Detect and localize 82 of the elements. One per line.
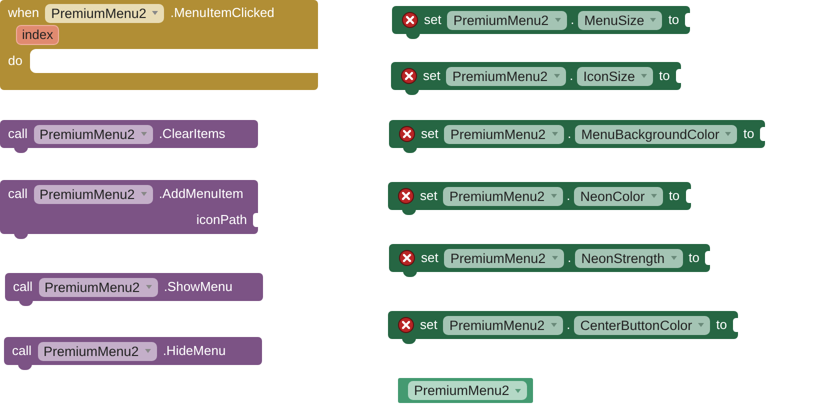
block-keyword: to bbox=[668, 11, 680, 29]
block-keyword: set bbox=[424, 11, 442, 29]
method-name: .HideMenu bbox=[162, 342, 226, 360]
dropdown-arrow-icon bbox=[552, 132, 558, 136]
parameter-chip[interactable]: index bbox=[16, 25, 60, 45]
error-icon[interactable] bbox=[399, 250, 415, 266]
component-dropdown[interactable]: PremiumMenu2 bbox=[34, 124, 153, 144]
component-dropdown[interactable]: PremiumMenu2 bbox=[443, 316, 563, 334]
input-socket[interactable] bbox=[253, 213, 258, 227]
block-keyword: set bbox=[423, 67, 440, 85]
component-dropdown[interactable]: PremiumMenu2 bbox=[443, 186, 563, 206]
property-dropdown[interactable]: NeonStrength bbox=[575, 248, 683, 268]
dropdown-arrow-icon bbox=[550, 194, 557, 198]
component-dropdown[interactable]: PremiumMenu2 bbox=[45, 4, 164, 22]
dropdown-arrow-icon bbox=[550, 323, 557, 327]
input-socket[interactable] bbox=[686, 189, 691, 203]
method-name: .ShowMenu bbox=[164, 278, 232, 296]
block-keyword: set bbox=[420, 187, 438, 205]
dropdown-arrow-icon bbox=[725, 132, 732, 136]
dropdown-arrow-icon bbox=[650, 18, 656, 22]
component-dropdown[interactable]: PremiumMenu2 bbox=[446, 66, 566, 86]
input-socket[interactable] bbox=[760, 127, 766, 141]
separator-dot: . bbox=[570, 11, 574, 29]
property-dropdown[interactable]: IconSize bbox=[577, 66, 654, 86]
component-dropdown[interactable]: PremiumMenu2 bbox=[444, 124, 564, 144]
error-icon[interactable] bbox=[398, 188, 414, 204]
error-icon[interactable] bbox=[399, 126, 415, 142]
dropdown-arrow-icon bbox=[698, 323, 704, 327]
dropdown-arrow-icon bbox=[140, 192, 147, 196]
dropdown-arrow-icon bbox=[140, 132, 147, 136]
separator-dot: . bbox=[566, 187, 570, 205]
block-keyword: to bbox=[743, 125, 754, 143]
block-keyword: call bbox=[8, 125, 28, 143]
separator-dot: . bbox=[566, 316, 570, 334]
method-name: .ClearItems bbox=[158, 125, 226, 143]
argument-label: iconPath bbox=[196, 211, 247, 229]
component-dropdown[interactable]: PremiumMenu2 bbox=[38, 278, 158, 296]
block-keyword: to bbox=[668, 187, 680, 205]
dropdown-arrow-icon bbox=[144, 349, 151, 353]
event-block[interactable]: when PremiumMenu2 .MenuItemClicked index do bbox=[0, 0, 318, 90]
dropdown-arrow-icon bbox=[670, 256, 677, 260]
block-keyword: do bbox=[8, 52, 22, 70]
block-keyword: call bbox=[12, 342, 32, 360]
property-dropdown[interactable]: MenuSize bbox=[578, 10, 662, 30]
separator-dot: . bbox=[568, 249, 572, 267]
component-dropdown[interactable]: PremiumMenu2 bbox=[444, 248, 564, 268]
property-dropdown[interactable]: NeonColor bbox=[574, 186, 663, 206]
block-keyword: to bbox=[659, 67, 670, 85]
property-dropdown[interactable]: CenterButtonColor bbox=[574, 316, 710, 334]
event-name: .MenuItemClicked bbox=[170, 4, 274, 22]
method-name: .AddMenuItem bbox=[158, 185, 244, 203]
block-keyword: call bbox=[8, 185, 28, 203]
separator-dot: . bbox=[568, 125, 572, 143]
block-keyword: to bbox=[688, 249, 700, 267]
component-dropdown[interactable]: PremiumMenu2 bbox=[447, 10, 567, 30]
dropdown-arrow-icon bbox=[515, 388, 522, 392]
input-socket[interactable] bbox=[705, 251, 710, 265]
dropdown-arrow-icon bbox=[152, 11, 158, 15]
block-keyword: set bbox=[421, 125, 438, 143]
error-icon[interactable] bbox=[398, 317, 414, 333]
error-icon[interactable] bbox=[402, 12, 418, 28]
dropdown-arrow-icon bbox=[641, 74, 648, 78]
component-dropdown[interactable]: PremiumMenu2 bbox=[34, 184, 153, 204]
input-socket[interactable] bbox=[732, 318, 738, 332]
component-block[interactable]: PremiumMenu2 bbox=[398, 378, 534, 403]
separator-dot: . bbox=[570, 67, 574, 85]
dropdown-arrow-icon bbox=[552, 256, 558, 260]
dropdown-arrow-icon bbox=[554, 74, 560, 78]
block-keyword: set bbox=[421, 249, 438, 267]
block-keyword: set bbox=[420, 316, 438, 334]
block-keyword: to bbox=[716, 316, 727, 334]
input-socket[interactable] bbox=[685, 13, 690, 27]
input-socket[interactable] bbox=[676, 69, 681, 83]
block-keyword: call bbox=[13, 278, 33, 296]
block-keyword: when bbox=[8, 4, 40, 22]
dropdown-arrow-icon bbox=[554, 18, 561, 22]
dropdown-arrow-icon bbox=[146, 285, 152, 289]
property-dropdown[interactable]: MenuBackgroundColor bbox=[575, 124, 738, 144]
error-icon[interactable] bbox=[401, 68, 417, 84]
dropdown-arrow-icon bbox=[650, 194, 657, 198]
component-dropdown[interactable]: PremiumMenu2 bbox=[38, 342, 157, 360]
component-dropdown[interactable]: PremiumMenu2 bbox=[408, 381, 528, 400]
